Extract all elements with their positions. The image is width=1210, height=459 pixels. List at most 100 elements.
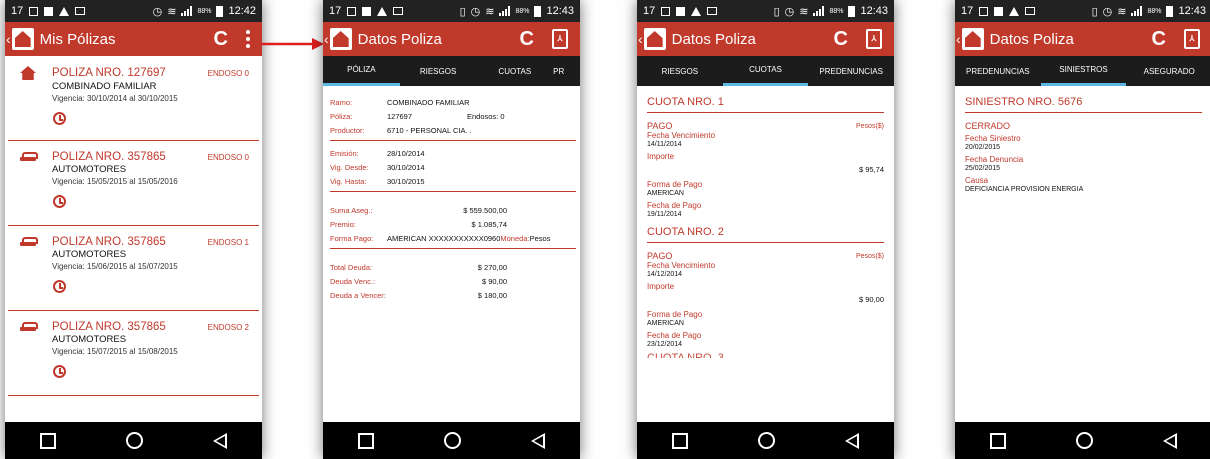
tab-riesgos[interactable]: RIESGOS bbox=[637, 56, 723, 86]
car-icon bbox=[20, 236, 38, 248]
tab-siniestros[interactable]: SINIESTROS bbox=[1040, 56, 1127, 86]
car-icon bbox=[20, 321, 38, 333]
productor-label: Productor: bbox=[330, 125, 365, 135]
page-title: Datos Poliza bbox=[989, 30, 1074, 48]
recents-icon[interactable] bbox=[358, 432, 374, 449]
policy-list-item[interactable]: POLIZA NRO. 127697 ENDOSO 0 COMBINADO FAM… bbox=[8, 56, 259, 141]
back-chevron-icon[interactable]: ‹ bbox=[956, 31, 961, 47]
tab-cuotas[interactable]: CUOTAS bbox=[722, 56, 809, 86]
alarm-clock-icon[interactable] bbox=[53, 280, 66, 293]
policy-list-item[interactable]: POLIZA NRO. 357865 ENDOSO 0 AUTOMOTORES V… bbox=[8, 141, 259, 226]
vibrate-icon: ▯ bbox=[1091, 5, 1098, 18]
vibrate-icon: ▯ bbox=[459, 5, 466, 18]
battery-percent: 88% bbox=[197, 7, 212, 15]
app-logo[interactable] bbox=[643, 28, 666, 50]
recents-icon[interactable] bbox=[40, 432, 56, 449]
total-deuda-value: $ 270,00 bbox=[477, 262, 507, 272]
fecha-venc-value: 14/11/2014 bbox=[647, 141, 682, 148]
tab-poliza[interactable]: PÓLIZA bbox=[323, 56, 400, 86]
recents-icon[interactable] bbox=[990, 432, 1006, 449]
tab-predenuncias[interactable]: PREDENUNCIAS bbox=[955, 56, 1041, 86]
alarm-clock-icon[interactable] bbox=[53, 365, 66, 378]
app-bar: ‹ Datos Poliza C ⅄ bbox=[323, 22, 580, 56]
emision-label: Emisión: bbox=[330, 148, 359, 158]
alarm-status-icon: ◷ bbox=[152, 5, 163, 18]
home-icon[interactable] bbox=[126, 432, 143, 449]
back-icon[interactable] bbox=[845, 432, 859, 449]
signal-icon bbox=[499, 6, 511, 16]
back-chevron-icon[interactable]: ‹ bbox=[6, 31, 11, 47]
back-chevron-icon[interactable]: ‹ bbox=[324, 31, 329, 47]
back-chevron-icon[interactable]: ‹ bbox=[638, 31, 643, 47]
endoso-label: ENDOSO 0 bbox=[207, 152, 249, 162]
square-notification-icon bbox=[362, 6, 372, 16]
recents-icon[interactable] bbox=[672, 432, 688, 449]
forma-pago-value: AMERICAN bbox=[647, 190, 684, 197]
app-bar: ‹ Mis Pólizas C bbox=[5, 22, 262, 56]
app-logo[interactable] bbox=[329, 28, 352, 50]
importe-value: $ 95,74 bbox=[858, 165, 884, 174]
alarm-clock-icon[interactable] bbox=[53, 112, 66, 125]
tab-asegurado[interactable]: ASEGURADO bbox=[1126, 56, 1210, 86]
refresh-icon[interactable]: C bbox=[1152, 29, 1166, 49]
page-title: Datos Poliza bbox=[671, 30, 756, 48]
poliza-label: Póliza: bbox=[330, 111, 353, 121]
emision-value: 28/10/2014 bbox=[387, 148, 425, 158]
pdf-icon[interactable]: ⅄ bbox=[552, 29, 568, 49]
phone-mis-polizas: 17 ◷ ≋ 88% 12:42 ‹ Mis Pólizas C POLIZA NRO… bbox=[5, 0, 262, 459]
status-bar: 17 ▯ ◷ ≋ 88% 12:43 bbox=[637, 0, 894, 22]
refresh-icon[interactable]: C bbox=[520, 29, 534, 49]
alarm-status-icon: ◷ bbox=[1102, 5, 1113, 18]
policy-list-item[interactable]: POLIZA NRO. 357865 ENDOSO 2 AUTOMOTORES V… bbox=[8, 311, 259, 396]
back-icon[interactable] bbox=[1163, 432, 1177, 449]
phone-datos-poliza: 17 ▯ ◷ ≋ 88% 12:43 ‹ Datos Poliza C ⅄ PÓLIZA… bbox=[323, 0, 580, 459]
fecha-pago-value: 23/12/2014 bbox=[647, 341, 683, 348]
square-notification-icon bbox=[44, 6, 54, 16]
house-icon bbox=[20, 66, 36, 80]
causa-label: Causa bbox=[965, 176, 989, 185]
siniestro-card: SINIESTRO NRO. 5676 CERRADO Fecha Sinies… bbox=[955, 86, 1210, 193]
pdf-icon[interactable]: ⅄ bbox=[1184, 29, 1200, 49]
forma-pago-label: Forma Pago: bbox=[330, 233, 374, 243]
mail-notification-icon bbox=[707, 7, 718, 15]
tab-cuotas[interactable]: CUOTAS bbox=[476, 56, 553, 86]
tab-bar: PREDENUNCIAS SINIESTROS ASEGURADO bbox=[955, 56, 1210, 86]
home-icon[interactable] bbox=[758, 432, 775, 449]
alarm-status-icon: ◷ bbox=[470, 5, 481, 18]
carrier-label: 17 bbox=[643, 5, 656, 17]
home-icon[interactable] bbox=[1076, 432, 1093, 449]
warning-notification-icon bbox=[1009, 6, 1020, 16]
battery-percent: 88% bbox=[515, 7, 530, 15]
divider bbox=[330, 248, 576, 249]
back-icon[interactable] bbox=[213, 432, 227, 449]
signal-icon bbox=[813, 6, 825, 16]
app-logo[interactable] bbox=[11, 28, 34, 50]
alarm-clock-icon[interactable] bbox=[53, 195, 66, 208]
tab-predenuncias-partial[interactable]: PR bbox=[553, 56, 580, 86]
signal-icon bbox=[181, 6, 193, 16]
moneda-value: Pesos bbox=[529, 233, 551, 243]
alarm-status-icon: ◷ bbox=[784, 5, 795, 18]
policy-list-item[interactable]: POLIZA NRO. 357865 ENDOSO 1 AUTOMOTORES V… bbox=[8, 226, 259, 311]
tab-predenuncias[interactable]: PREDENUNCIAS bbox=[808, 56, 894, 86]
app-logo[interactable] bbox=[961, 28, 984, 50]
refresh-icon[interactable]: C bbox=[214, 29, 228, 49]
divider bbox=[330, 140, 576, 141]
square-notification-icon bbox=[994, 6, 1004, 16]
cuota-title: CUOTA NRO. 1 bbox=[647, 96, 884, 113]
fecha-venc-label: Fecha Vencimiento bbox=[647, 131, 716, 140]
overflow-menu-icon[interactable] bbox=[246, 30, 250, 48]
mail-notification-icon bbox=[393, 7, 404, 15]
cuota-status: PAGO bbox=[647, 251, 673, 261]
tab-riesgos[interactable]: RIESGOS bbox=[400, 56, 477, 86]
home-icon[interactable] bbox=[444, 432, 461, 449]
back-icon[interactable] bbox=[531, 432, 545, 449]
cuota-currency: Pesos($) bbox=[855, 122, 884, 130]
status-bar: 17 ▯ ◷ ≋ 88% 12:43 bbox=[323, 0, 580, 22]
siniestro-status: CERRADO bbox=[965, 121, 1011, 131]
endoso-label: ENDOSO 1 bbox=[207, 237, 249, 247]
fecha-pago-value: 19/11/2014 bbox=[647, 211, 682, 218]
suma-label: Suma Aseg.: bbox=[330, 205, 373, 215]
pdf-icon[interactable]: ⅄ bbox=[866, 29, 882, 49]
refresh-icon[interactable]: C bbox=[834, 29, 848, 49]
